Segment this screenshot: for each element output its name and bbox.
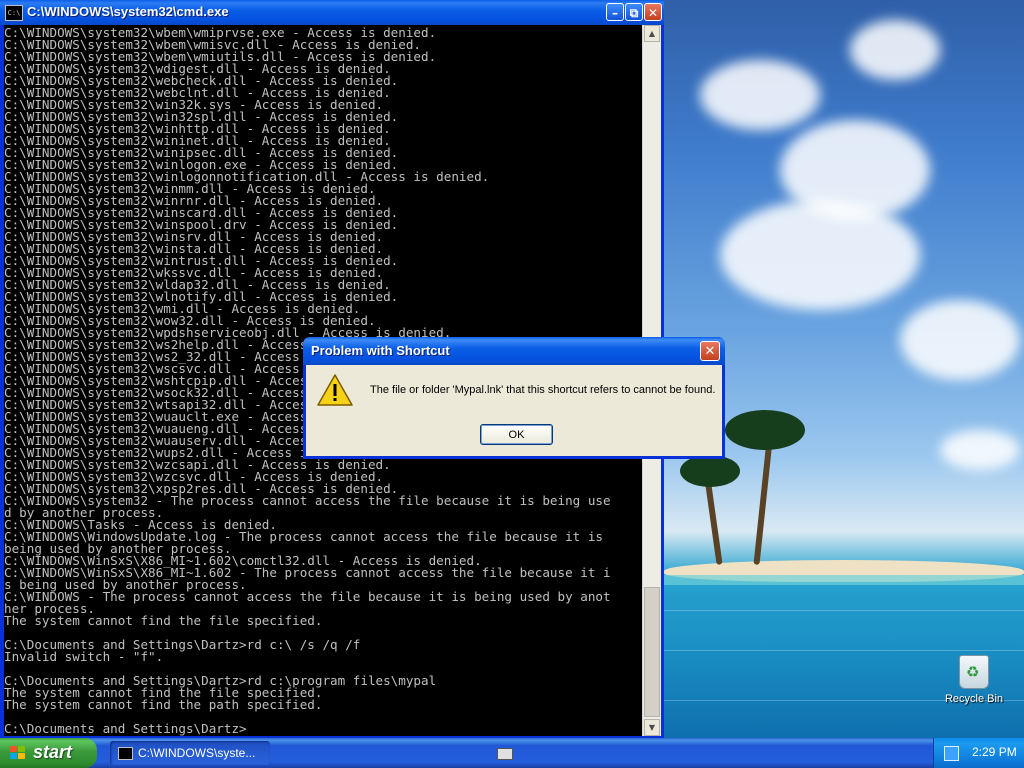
palm-leaves (725, 410, 805, 450)
system-tray: 2:29 PM (933, 738, 1024, 768)
wave-line (664, 610, 1024, 611)
recycle-bin[interactable]: ♻ Recycle Bin (944, 655, 1004, 705)
cloud (900, 300, 1020, 380)
recycle-bin-icon: ♻ (959, 655, 989, 689)
minimize-button[interactable]: – (606, 3, 624, 21)
dialog-title-bar[interactable]: Problem with Shortcut ✕ (303, 337, 725, 365)
scrollbar-thumb[interactable] (644, 587, 660, 717)
recycle-bin-label: Recycle Bin (944, 693, 1004, 705)
taskbar-item-cmd[interactable]: C:\WINDOWS\syste... (110, 741, 270, 765)
cmd-title-bar[interactable]: C:\ C:\WINDOWS\system32\cmd.exe – ⧉ ✕ (0, 0, 664, 25)
ok-button[interactable]: OK (480, 424, 553, 445)
scroll-up-arrow-icon[interactable]: ▲ (644, 25, 660, 42)
taskbar-item-label: C:\WINDOWS\syste... (138, 746, 256, 760)
dialog-close-button[interactable]: ✕ (700, 341, 720, 361)
dialog-body: The file or folder 'Mypal.lnk' that this… (306, 365, 722, 456)
clock[interactable]: 2:29 PM (972, 745, 1017, 759)
palm-trunk (753, 440, 773, 565)
cloud (700, 60, 820, 130)
cloud (940, 430, 1020, 470)
dialog-message: The file or folder 'Mypal.lnk' that this… (370, 384, 716, 396)
taskbar: start C:\WINDOWS\syste... 2:29 PM (0, 738, 1024, 768)
cloud (720, 200, 920, 310)
palm-leaves (680, 455, 740, 487)
wave-line (664, 650, 1024, 651)
problem-with-shortcut-dialog: Problem with Shortcut ✕ The file or fold… (303, 337, 725, 459)
cmd-app-icon[interactable]: C:\ (5, 5, 23, 21)
restore-button[interactable]: ⧉ (625, 3, 643, 21)
start-button[interactable]: start (0, 738, 97, 768)
start-label: start (33, 742, 73, 762)
cloud (850, 20, 940, 80)
cmd-task-icon (118, 747, 133, 760)
warning-icon (317, 374, 353, 406)
shallow-water (664, 575, 1024, 585)
dialog-title: Problem with Shortcut (311, 343, 450, 358)
keyboard-icon[interactable] (497, 748, 513, 760)
close-button[interactable]: ✕ (644, 3, 662, 21)
cmd-window-title: C:\WINDOWS\system32\cmd.exe (27, 4, 229, 19)
scroll-down-arrow-icon[interactable]: ▼ (644, 719, 660, 736)
windows-logo-icon (10, 746, 26, 760)
network-icon[interactable] (944, 746, 959, 761)
